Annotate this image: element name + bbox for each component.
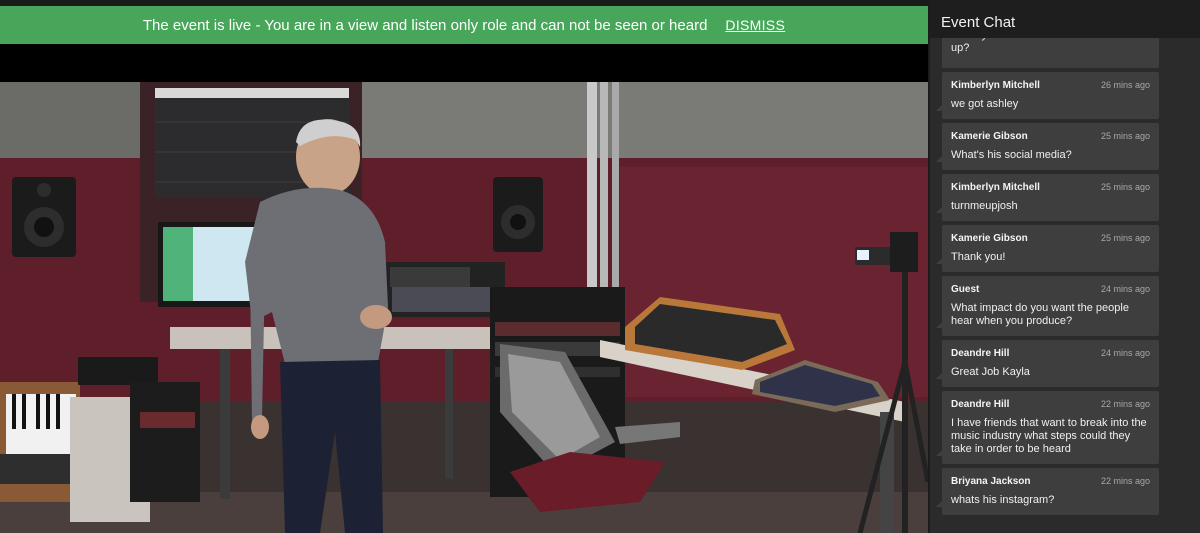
chat-message-author: Kimberlyn Mitchell [951,80,1040,91]
chat-message-meta: Deandre Hill 22 mins ago [951,399,1150,410]
chat-message-time: 26 mins ago [1100,80,1150,90]
chat-message-author: Kimberlyn Mitchell [951,182,1040,193]
chat-message-partial: already established and want to switch i… [942,38,1159,68]
chat-message-time: 24 mins ago [1100,284,1150,294]
chat-message-time: 25 mins ago [1100,182,1150,192]
chat-message-text: Thank you! [951,251,1006,263]
chat-message-text: Great Job Kayla [951,366,1030,378]
chat-message-text: I have friends that want to break into t… [951,417,1147,455]
chat-message-author: Guest [951,284,980,295]
chat-message-author: Kamerie Gibson [951,233,1028,244]
chat-message-text: What impact do you want the people hear … [951,302,1129,327]
video-player[interactable] [0,82,928,533]
chat-message-text: whats his instagram? [951,494,1055,506]
chat-message-time: 22 mins ago [1100,399,1150,409]
chat-message-meta: Kimberlyn Mitchell 26 mins ago [951,80,1150,91]
chat-message-text: What's his social media? [951,149,1072,161]
chat-message-time: 24 mins ago [1100,348,1150,358]
chat-message: Kimberlyn Mitchell 26 mins ago we got ashl… [936,72,1159,119]
chat-message-time: 25 mins ago [1100,131,1150,141]
chat-message-meta: Briyana Jackson 22 mins ago [951,476,1150,487]
chat-message: Deandre Hill 22 mins ago I have friends th… [936,391,1159,464]
chat-message-meta: Guest 24 mins ago [951,284,1150,295]
chat-message-text: already established and want to switch i… [951,38,1148,54]
chat-message-author: Briyana Jackson [951,476,1031,487]
chat-message-author: Deandre Hill [951,348,1010,359]
chat-message-meta: Kamerie Gibson 25 mins ago [951,233,1150,244]
chat-message-list[interactable]: already established and want to switch i… [930,38,1170,533]
chat-message-meta: Kimberlyn Mitchell 25 mins ago [951,182,1150,193]
chat-message-text: turnmeupjosh [951,200,1018,212]
chat-message: Kamerie Gibson 25 mins ago What's his soci… [936,123,1159,170]
chat-message: Briyana Jackson 22 mins ago whats his inst… [936,468,1159,515]
chat-message-author: Kamerie Gibson [951,131,1028,142]
chat-message: Deandre Hill 24 mins ago Great Job Kayla [936,340,1159,387]
chat-message-meta: Deandre Hill 24 mins ago [951,348,1150,359]
chat-message-author: Deandre Hill [951,399,1010,410]
studio-video-frame [0,82,928,533]
chat-message: Guest 24 mins ago What impact do you want … [936,276,1159,336]
chat-title: Event Chat [930,0,1200,38]
chat-message: Kamerie Gibson 25 mins ago Thank you! [936,225,1159,272]
live-event-banner: The event is live - You are in a view an… [0,6,928,44]
chat-message-time: 25 mins ago [1100,233,1150,243]
chat-message-text: we got ashley [951,98,1019,110]
dismiss-button[interactable]: DISMISS [725,17,785,33]
chat-message: Kimberlyn Mitchell 25 mins ago turnmeupjos… [936,174,1159,221]
banner-message: The event is live - You are in a view an… [142,16,708,34]
chat-message-meta: Kamerie Gibson 25 mins ago [951,131,1150,142]
event-chat-panel: Event Chat already established and want … [928,0,1200,533]
chat-message-time: 22 mins ago [1100,476,1150,486]
chat-scrollbar-track[interactable] [1168,38,1200,533]
